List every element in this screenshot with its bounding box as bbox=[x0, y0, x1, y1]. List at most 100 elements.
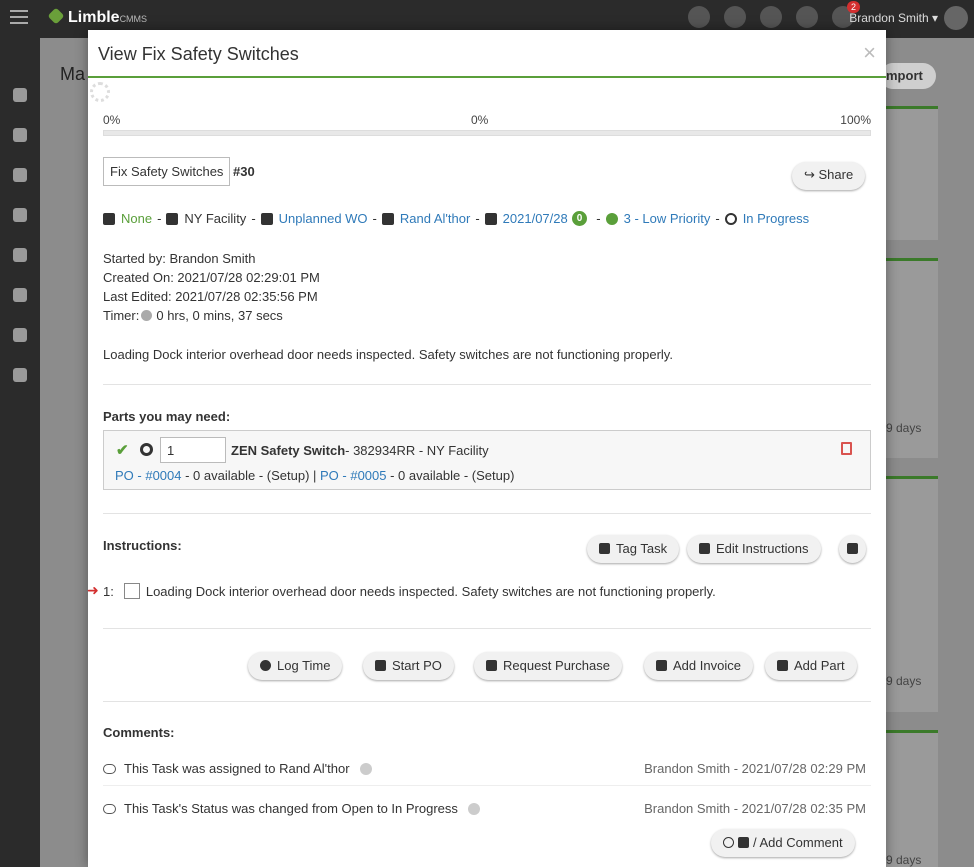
background-days-label: 9 days bbox=[886, 674, 922, 688]
trash-icon[interactable] bbox=[841, 442, 852, 455]
help-icon[interactable] bbox=[467, 803, 480, 815]
map-icon[interactable] bbox=[760, 6, 782, 28]
progress-label-start: 0% bbox=[103, 113, 121, 127]
created-on: Created On: 2021/07/28 02:29:01 PM bbox=[103, 270, 320, 285]
add-invoice-button[interactable]: Add Invoice bbox=[644, 652, 753, 680]
gear-icon bbox=[777, 660, 788, 671]
document-icon bbox=[375, 660, 386, 671]
log-time-button[interactable]: Log Time bbox=[248, 652, 343, 680]
comment-icon bbox=[103, 804, 116, 814]
background-days-label: 9 days bbox=[886, 853, 922, 867]
part-row: ✔ 1 ZEN Safety Switch- 382934RR - NY Fac… bbox=[103, 430, 871, 490]
instruction-checkbox[interactable] bbox=[123, 583, 140, 599]
divider bbox=[103, 785, 871, 786]
divider bbox=[103, 701, 871, 702]
asset-cube-icon bbox=[103, 212, 115, 225]
add-part-button[interactable]: Add Part bbox=[765, 652, 857, 680]
last-edited: Last Edited: 2021/07/28 02:35:56 PM bbox=[103, 289, 318, 304]
progress-label-mid: 0% bbox=[471, 113, 489, 127]
part-quantity-input[interactable]: 1 bbox=[160, 437, 226, 463]
close-icon[interactable]: × bbox=[863, 40, 876, 66]
dollar-icon bbox=[656, 660, 667, 671]
import-button[interactable]: mport bbox=[880, 63, 936, 89]
logo-leaf-icon bbox=[47, 7, 65, 25]
cart-icon bbox=[486, 660, 497, 671]
calendar-icon bbox=[484, 212, 497, 225]
share-button[interactable]: ↪ Share bbox=[792, 162, 866, 190]
background-card bbox=[884, 106, 938, 240]
comment-icon bbox=[103, 764, 116, 774]
delete-instructions-button[interactable] bbox=[839, 535, 866, 563]
task-description: Loading Dock interior overhead door need… bbox=[103, 347, 673, 362]
location-text: NY Facility bbox=[184, 211, 247, 226]
comment-icon bbox=[723, 837, 734, 848]
sidebar-globe-icon[interactable] bbox=[13, 88, 27, 102]
due-date-link[interactable]: 2021/07/28 bbox=[503, 211, 568, 226]
start-po-button[interactable]: Start PO bbox=[363, 652, 454, 680]
assignee-link[interactable]: Rand Al'thor bbox=[400, 211, 470, 226]
divider bbox=[103, 513, 871, 514]
started-by: Started by: Brandon Smith bbox=[103, 251, 256, 266]
sidebar-money-icon[interactable] bbox=[13, 368, 27, 382]
sidebar-warning-icon[interactable] bbox=[13, 288, 27, 302]
comments-label: Comments: bbox=[103, 725, 175, 740]
due-days-badge: 0 bbox=[571, 211, 588, 226]
tag-icon bbox=[599, 543, 610, 554]
background-card bbox=[884, 730, 938, 867]
add-comment-button[interactable]: / Add Comment bbox=[711, 829, 855, 857]
task-modal: View Fix Safety Switches × 0% 0% 100% Fi… bbox=[87, 30, 886, 867]
app-logo[interactable]: LimbleCMMS bbox=[47, 7, 147, 27]
priority-link[interactable]: 3 - Low Priority bbox=[624, 211, 711, 226]
sidebar-user-icon[interactable] bbox=[13, 208, 27, 222]
clock-icon bbox=[260, 660, 271, 671]
part-po-line: PO - #0004 - 0 available - (Setup) | PO … bbox=[115, 468, 515, 483]
sync-icon[interactable] bbox=[796, 6, 818, 28]
comment-item: This Task was assigned to Rand Al'thor B… bbox=[103, 761, 871, 776]
asset-link[interactable]: None bbox=[121, 211, 152, 226]
search-icon[interactable] bbox=[688, 6, 710, 28]
modal-header: View Fix Safety Switches × bbox=[88, 30, 886, 78]
background-page-title: Ma bbox=[60, 64, 86, 84]
edit-instructions-button[interactable]: Edit Instructions bbox=[687, 535, 821, 563]
loading-gear-icon bbox=[90, 82, 110, 102]
user-menu[interactable]: Brandon Smith ▾ bbox=[849, 11, 938, 25]
sidebar-home-icon[interactable] bbox=[13, 168, 27, 182]
instruction-text: Loading Dock interior overhead door need… bbox=[145, 583, 716, 599]
status-link[interactable]: In Progress bbox=[743, 211, 809, 226]
po-link-0004[interactable]: PO - #0004 bbox=[115, 468, 182, 483]
avatar[interactable] bbox=[944, 6, 968, 30]
sidebar-dashboard-icon[interactable] bbox=[13, 128, 27, 142]
arrow-right-icon: ➜ bbox=[87, 582, 99, 598]
tag-task-button[interactable]: Tag Task bbox=[587, 535, 680, 563]
location-home-icon bbox=[166, 212, 179, 225]
status-spinner-icon bbox=[724, 212, 737, 225]
camera-icon bbox=[738, 837, 749, 848]
gear-icon[interactable] bbox=[140, 443, 153, 456]
progress-label-end: 100% bbox=[840, 113, 871, 127]
comment-item: This Task's Status was changed from Open… bbox=[103, 801, 871, 816]
help-icon[interactable] bbox=[724, 6, 746, 28]
check-icon[interactable]: ✔ bbox=[116, 441, 129, 459]
task-type-icon bbox=[260, 212, 273, 225]
timer-icon[interactable] bbox=[141, 310, 153, 321]
priority-icon bbox=[605, 212, 618, 225]
request-purchase-button[interactable]: Request Purchase bbox=[474, 652, 622, 680]
sidebar-location-icon[interactable] bbox=[13, 248, 27, 262]
task-info: Started by: Brandon Smith Created On: 20… bbox=[103, 249, 320, 325]
task-name-field[interactable]: Fix Safety Switches bbox=[103, 157, 231, 186]
divider bbox=[103, 628, 871, 629]
hamburger-menu-icon[interactable] bbox=[10, 10, 28, 24]
comment-meta: Brandon Smith - 2021/07/28 02:35 PM bbox=[644, 801, 866, 816]
trash-icon bbox=[847, 543, 858, 554]
help-icon[interactable] bbox=[359, 763, 372, 775]
task-meta-line: None - NY Facility - Unplanned WO - Rand Al… bbox=[103, 211, 809, 226]
instructions-label: Instructions: bbox=[103, 538, 182, 553]
part-name: ZEN Safety Switch- 382934RR - NY Facilit… bbox=[231, 443, 489, 458]
po-link-0005[interactable]: PO - #0005 bbox=[320, 468, 387, 483]
sidebar-gear-icon[interactable] bbox=[13, 328, 27, 342]
instruction-number: 1: bbox=[103, 583, 114, 599]
task-type-link[interactable]: Unplanned WO bbox=[279, 211, 368, 226]
modal-title: View Fix Safety Switches bbox=[98, 44, 299, 64]
wrench-icon bbox=[699, 543, 710, 554]
parts-label: Parts you may need: bbox=[103, 409, 231, 424]
